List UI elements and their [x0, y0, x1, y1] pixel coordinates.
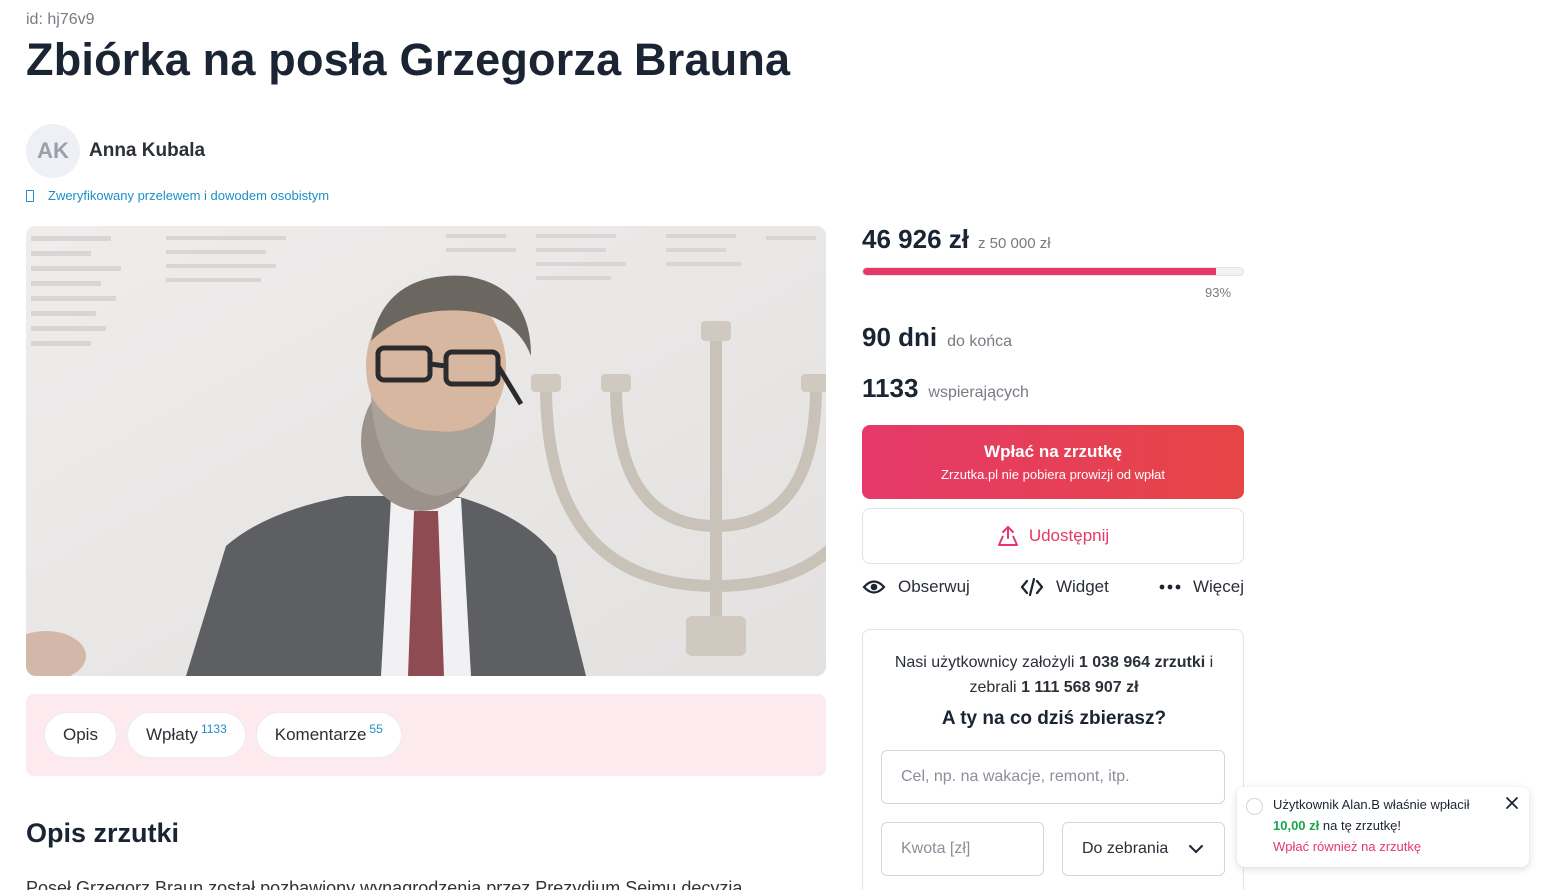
share-label: Udostępnij: [1028, 526, 1110, 545]
supporters-value: 1133: [862, 373, 919, 403]
avatar[interactable]: AK: [26, 124, 80, 178]
toast-amount: 10,00 zł: [1273, 818, 1320, 833]
share-button[interactable]: Udostępnij: [862, 508, 1244, 564]
progress-bar: [862, 267, 1244, 276]
verified-badge: Zweryfikowany przelewem i dowodem osobis…: [26, 188, 329, 203]
promo-question: A ty na co dziś zbierasz?: [941, 708, 1167, 729]
chevron-down-icon: [1189, 845, 1203, 854]
donate-label: Wpłać na zrzutkę: [984, 442, 1122, 461]
tab-description[interactable]: Opis: [44, 712, 117, 758]
action-row: Obserwuj Widget Więcej: [862, 574, 1244, 600]
raised-amount: 46 926 zł z 50 000 zł: [862, 224, 1051, 255]
supporters-label: wspierających: [928, 384, 1029, 401]
tab-label: Opis: [63, 725, 98, 744]
description-first-line: Poseł Grzegorz Braun został pozbawiony w…: [26, 878, 743, 890]
goal-input[interactable]: Cel, np. na wakacje, remont, itp.: [881, 750, 1225, 804]
section-title: Opis zrzutki: [26, 818, 180, 848]
toast-suffix: na tę zrzutkę!: [1322, 818, 1401, 833]
id-card-icon: [26, 189, 34, 202]
dots-icon: [1159, 584, 1181, 590]
eye-icon: [862, 579, 886, 595]
tab-comments[interactable]: Komentarze 55: [255, 712, 402, 758]
promo-prefix: Nasi użytkownicy założyli: [894, 654, 1075, 671]
share-icon: [997, 526, 1018, 546]
progress-fill: [863, 268, 1217, 275]
amount-input[interactable]: Kwota [zł]: [881, 822, 1044, 876]
widget-label: Widget: [1055, 577, 1109, 596]
author-block[interactable]: AK Anna Kubala: [26, 124, 205, 178]
toast-line2: 10,00 zł na tę zrzutkę!: [1273, 818, 1401, 833]
tab-label: Wpłaty: [145, 725, 198, 744]
goal-value: z 50 000 zł: [977, 235, 1051, 252]
tab-count: 1133: [200, 722, 227, 736]
tab-payments[interactable]: Wpłaty 1133: [126, 712, 246, 758]
supporters: 1133 wspierających: [862, 373, 1029, 404]
raised-value: 46 926 zł: [862, 224, 969, 254]
follow-button[interactable]: Obserwuj: [862, 574, 970, 600]
more-label: Więcej: [1192, 577, 1244, 596]
toast-cta-link[interactable]: Wpłać również na zrzutkę: [1273, 839, 1421, 854]
close-icon[interactable]: [1505, 796, 1519, 810]
tab-count: 55: [369, 722, 383, 736]
hero-photo: [26, 226, 826, 676]
more-button[interactable]: Więcej: [1159, 574, 1244, 600]
promo-text: Nasi użytkownicy założyli 1 038 964 zrzu…: [863, 650, 1245, 700]
progress-percent: 93%: [1205, 285, 1232, 300]
widget-button[interactable]: Widget: [1020, 574, 1109, 600]
toast-avatar: [1246, 798, 1263, 815]
code-icon: [1020, 578, 1044, 596]
hero-illustration: [26, 226, 826, 676]
donate-sublabel: Zrzutka.pl nie pobiera prowizji od wpłat: [941, 467, 1165, 482]
recent-donation-toast: Użytkownik Alan.B właśnie wpłacił 10,00 …: [1237, 787, 1529, 867]
days-label: do końca: [947, 333, 1013, 350]
goal-type-select[interactable]: Do zebrania: [1062, 822, 1225, 876]
promo-total: 1 111 568 907 zł: [1021, 679, 1139, 696]
fundraiser-id: id: hj76v9: [26, 11, 95, 28]
create-fundraiser-card: Nasi użytkownicy założyli 1 038 964 zrzu…: [862, 629, 1244, 890]
promo-count: 1 038 964 zrzutki: [1078, 654, 1206, 671]
follow-label: Obserwuj: [898, 577, 970, 596]
verified-text: Zweryfikowany przelewem i dowodem osobis…: [48, 188, 330, 203]
page-title: Zbiórka na posła Grzegorza Brauna: [26, 34, 791, 85]
description-text-clipped: Poseł Grzegorz Braun został pozbawiony w…: [26, 878, 816, 890]
tabs-bar: Opis Wpłaty 1133 Komentarze 55: [26, 694, 826, 776]
select-value: Do zebrania: [1082, 840, 1169, 857]
toast-line1: Użytkownik Alan.B właśnie wpłacił: [1273, 797, 1470, 812]
days-value: 90 dni: [862, 322, 938, 352]
tab-label: Komentarze: [274, 725, 367, 744]
days-left: 90 dni do końca: [862, 322, 1012, 353]
donate-button[interactable]: Wpłać na zrzutkę Zrzutka.pl nie pobiera …: [862, 425, 1244, 499]
author-name[interactable]: Anna Kubala: [89, 140, 205, 162]
